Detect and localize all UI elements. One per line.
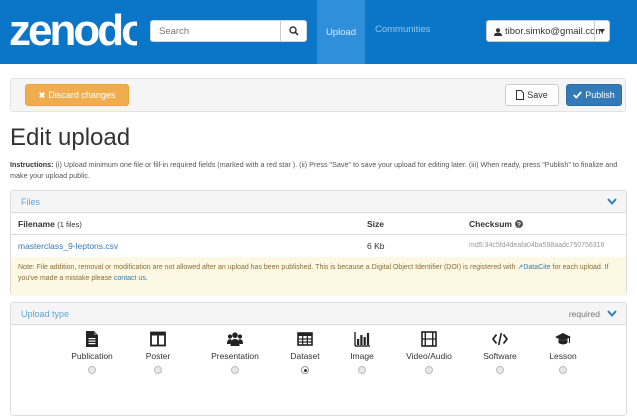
nav-upload-label: Upload [325,26,357,38]
search-button[interactable] [280,21,306,41]
filename-header-label: Filename [18,219,55,229]
note-text: Note: File addition, removal or modifica… [18,264,516,271]
type-radio-lesson[interactable] [559,366,567,374]
discard-changes-button[interactable]: ✖ Discard changes [25,84,129,106]
datacite-link[interactable]: DataCite [523,264,550,271]
size-header: Size [367,219,385,229]
type-label-video-audio: Video/Audio [406,351,452,361]
user-menu-caret[interactable] [594,21,609,41]
instructions-label: Instructions: [10,160,54,169]
type-option-publication[interactable]: Publication [57,331,127,374]
type-radio-presentation[interactable] [231,366,239,374]
files-panel-header[interactable]: Files [11,191,626,213]
user-icon [494,27,502,36]
table-row: masterclass_9-leptons.csv 6 Kb md5:34c5f… [11,235,626,257]
group-icon [227,332,243,346]
nav-communities-link[interactable]: Communities [375,24,430,35]
instructions-text: Instructions: (i) Upload minimum one fil… [10,159,625,181]
files-panel: Files Filename (1 files) Size Checksum ?… [10,190,627,296]
upload-type-header[interactable]: Upload type required [11,303,626,325]
type-label-lesson: Lesson [549,351,577,361]
upload-type-title: Upload type [21,309,70,319]
publish-button[interactable]: Publish [566,84,622,106]
upload-type-panel: Upload type required Publication Poster … [10,302,627,416]
type-label-dataset: Dataset [290,351,320,361]
columns-icon [150,331,166,347]
discard-label: Discard changes [48,90,116,100]
file-checksum: md5:34c5fd4deafa04ba598aadc750756316 [469,242,605,249]
type-radio-publication[interactable] [88,366,96,374]
search-icon [288,26,299,36]
publish-note: Note: File addition, removal or modifica… [11,257,626,296]
user-menu-button[interactable]: tibor.simko@gmail.com [486,20,610,42]
svg-text:zenodo: zenodo [9,8,137,52]
user-menu-label: tibor.simko@gmail.com [494,26,603,37]
user-email: tibor.simko@gmail.com [505,26,604,37]
file-text-icon [86,331,98,347]
contact-us-link[interactable]: contact us. [114,275,148,282]
page-title: Edit upload [10,124,131,151]
upload-type-options: Publication Poster Presentation Dataset … [11,331,626,391]
graduation-cap-icon [555,333,571,345]
type-label-poster: Poster [145,351,171,361]
search-box [150,20,307,42]
nav-communities-label: Communities [375,24,431,35]
save-label: Save [527,90,548,100]
files-panel-title: Files [21,197,41,207]
search-input[interactable] [159,25,279,38]
files-table-header: Filename (1 files) Size Checksum ? [11,213,626,235]
type-option-image[interactable]: Image [327,331,397,374]
type-radio-video-audio[interactable] [425,366,433,374]
checksum-header: Checksum ? [469,219,523,229]
nav-upload-link[interactable]: Upload [317,0,365,64]
chevron-down-icon[interactable] [607,309,617,318]
zenodo-logo[interactable]: zenodo [9,8,137,52]
caret-down-icon [599,29,605,33]
file-size: 6 Kb [367,241,385,251]
type-label-publication: Publication [71,351,113,361]
table-icon [297,332,313,346]
type-label-software: Software [483,351,517,361]
type-radio-image[interactable] [358,366,366,374]
required-label: required [568,309,600,319]
type-radio-software[interactable] [496,366,504,374]
close-icon: ✖ [38,90,46,100]
type-option-video-audio[interactable]: Video/Audio [394,331,464,374]
type-label-image: Image [350,351,374,361]
action-bar: ✖ Discard changes Save Publish [10,78,626,112]
question-circle-icon[interactable]: ? [515,220,523,228]
files-count: (1 files) [57,220,82,229]
checksum-header-label: Checksum [469,219,512,229]
type-option-software[interactable]: Software [465,331,535,374]
bar-chart-icon [354,332,370,347]
type-option-lesson[interactable]: Lesson [528,331,598,374]
file-icon [516,90,525,100]
check-icon [573,91,583,99]
chevron-down-icon[interactable] [607,197,617,206]
type-option-poster[interactable]: Poster [123,331,193,374]
type-radio-dataset[interactable] [301,366,309,374]
navbar: zenodo Upload Communities tibor.simko@gm… [0,0,637,64]
instructions-body: (i) Upload minimum one file or fill-in r… [10,160,618,180]
type-radio-poster[interactable] [154,366,162,374]
type-option-presentation[interactable]: Presentation [200,331,270,374]
publish-label: Publish [585,90,615,100]
file-link[interactable]: masterclass_9-leptons.csv [18,241,118,251]
code-icon [492,332,508,346]
filename-header: Filename (1 files) [18,219,82,229]
svg-text:?: ? [517,221,521,228]
film-icon [421,331,437,347]
type-label-presentation: Presentation [211,351,259,361]
save-button[interactable]: Save [505,84,559,106]
